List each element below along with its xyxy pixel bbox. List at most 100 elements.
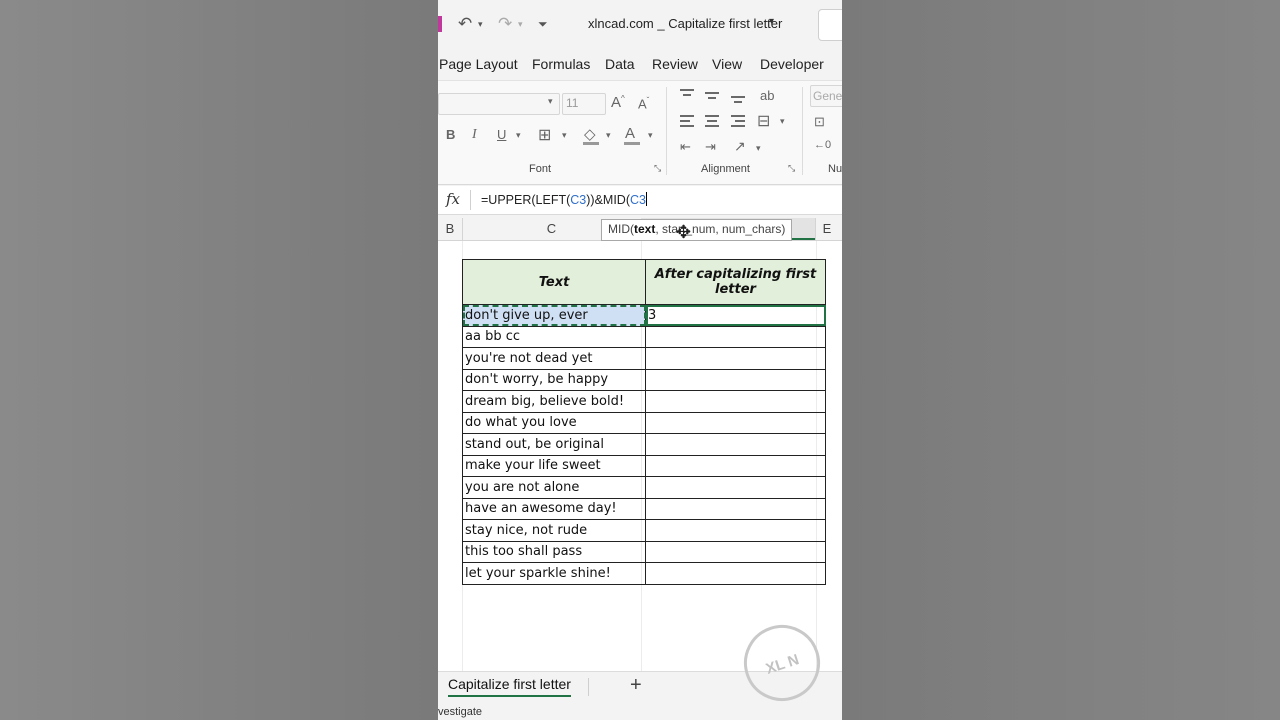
borders-dropdown-icon[interactable]: ▾ <box>562 130 567 141</box>
customize-toolbar-icon[interactable]: ⏷ <box>538 17 548 32</box>
table-row: dream big, believe bold! <box>462 390 826 413</box>
font-name-dropdown-icon[interactable]: ▾ <box>548 96 553 107</box>
tab-data[interactable]: Data <box>605 56 635 72</box>
table-cell[interactable]: aa bb cc <box>462 325 646 348</box>
redo-dropdown-icon[interactable]: ▾ <box>518 19 523 30</box>
app-icon-edge <box>438 16 442 32</box>
table-cell[interactable] <box>645 519 826 542</box>
font-group-label: Font <box>529 163 552 175</box>
cell-c3[interactable]: don't give up, ever <box>462 304 646 327</box>
table-header-row: Text After capitalizing first letter <box>462 259 826 305</box>
text-cursor <box>645 192 647 206</box>
table-cell[interactable] <box>645 562 826 585</box>
move-cursor-icon: ✥ <box>676 222 692 242</box>
search-box[interactable] <box>818 9 842 41</box>
fill-color-icon[interactable]: ◇ <box>584 125 596 143</box>
table-cell[interactable]: do what you love <box>462 411 646 434</box>
table-cell[interactable] <box>645 411 826 434</box>
italic-button[interactable]: I <box>472 127 477 143</box>
increase-decimal-icon[interactable]: ←0 <box>814 139 831 151</box>
table-row: this too shall pass <box>462 540 826 563</box>
header-capitalized[interactable]: After capitalizing first letter <box>645 259 826 305</box>
table-cell[interactable] <box>645 476 826 499</box>
number-group-label: Nu <box>828 163 842 175</box>
increase-indent-icon[interactable]: ⇥ <box>705 139 716 155</box>
table-row: have an awesome day! <box>462 497 826 520</box>
insert-function-icon[interactable]: fx <box>446 190 460 208</box>
table-row: you are not alone <box>462 476 826 499</box>
number-format-box[interactable]: Gener <box>810 85 842 107</box>
decrease-font-icon[interactable]: Aˇ <box>638 96 649 111</box>
table-cell[interactable]: have an awesome day! <box>462 497 646 520</box>
table-cell[interactable] <box>645 368 826 391</box>
fill-color-dropdown-icon[interactable]: ▾ <box>606 130 611 141</box>
table-row: don't give up, ever 3 <box>462 304 826 327</box>
table-cell[interactable] <box>645 454 826 477</box>
column-header-b[interactable]: B <box>438 221 462 236</box>
table-cell[interactable]: make your life sweet <box>462 454 646 477</box>
table-cell[interactable]: you are not alone <box>462 476 646 499</box>
table-cell[interactable] <box>645 540 826 563</box>
underline-dropdown-icon[interactable]: ▾ <box>516 130 521 141</box>
formula-reference: C3 <box>630 193 646 207</box>
borders-icon[interactable]: ⊞ <box>538 125 551 145</box>
table-row: do what you love <box>462 411 826 434</box>
font-color-bar <box>624 142 640 145</box>
table-cell[interactable] <box>645 497 826 520</box>
table-row: you're not dead yet <box>462 347 826 370</box>
formula-input[interactable]: =UPPER(LEFT(C3))&MID(C3 <box>481 192 647 207</box>
tooltip-current-arg[interactable]: text <box>634 222 655 236</box>
status-bar: vestigate <box>438 704 842 720</box>
formula-bar-divider <box>470 190 471 210</box>
currency-format-icon[interactable]: ⊡ <box>814 114 825 130</box>
sheet-tab-active[interactable]: Capitalize first letter <box>448 676 571 697</box>
tab-formulas[interactable]: Formulas <box>532 56 590 72</box>
bold-button[interactable]: B <box>446 127 455 142</box>
table-row: stand out, be original <box>462 433 826 456</box>
column-header-e[interactable]: E <box>816 221 838 236</box>
font-size-box[interactable]: 11 <box>562 93 606 115</box>
table-cell[interactable]: don't worry, be happy <box>462 368 646 391</box>
undo-dropdown-icon[interactable]: ▾ <box>478 19 483 30</box>
tab-view[interactable]: View <box>712 56 742 72</box>
orientation-dropdown-icon[interactable]: ▾ <box>756 143 761 154</box>
underline-button[interactable]: U <box>497 127 506 142</box>
redo-icon[interactable]: ↷ <box>498 14 512 34</box>
cell-d3-active[interactable]: 3 <box>645 304 826 327</box>
table-cell[interactable]: you're not dead yet <box>462 347 646 370</box>
table-cell[interactable]: this too shall pass <box>462 540 646 563</box>
table-row: let your sparkle shine! <box>462 562 826 585</box>
title-dropdown-icon[interactable]: ▾ <box>769 16 774 27</box>
add-sheet-button[interactable]: + <box>630 674 642 697</box>
table-cell[interactable]: let your sparkle shine! <box>462 562 646 585</box>
alignment-dialog-launcher-icon[interactable]: ⤡ <box>788 163 795 174</box>
wrap-text-icon[interactable]: ab <box>760 88 774 103</box>
formula-text-part: ))&MID( <box>586 193 630 207</box>
tab-page-layout[interactable]: Page Layout <box>439 56 518 72</box>
font-name-box[interactable] <box>438 93 560 115</box>
number-format-value: Gener <box>813 89 842 103</box>
font-dialog-launcher-icon[interactable]: ⤡ <box>654 163 661 174</box>
table-cell[interactable] <box>645 325 826 348</box>
file-title[interactable]: xlncad.com _ Capitalize first letter <box>588 16 782 31</box>
header-text[interactable]: Text <box>462 259 646 305</box>
font-color-dropdown-icon[interactable]: ▾ <box>648 130 653 141</box>
orientation-icon[interactable]: ↗ <box>734 138 746 155</box>
decrease-indent-icon[interactable]: ⇤ <box>680 139 691 155</box>
function-tooltip[interactable]: MID(text, start_num, num_chars) <box>601 219 793 241</box>
tab-review[interactable]: Review <box>652 56 698 72</box>
table-cell[interactable]: stay nice, not rude <box>462 519 646 542</box>
merge-dropdown-icon[interactable]: ▾ <box>780 116 785 127</box>
tooltip-function-name: MID( <box>608 222 634 236</box>
undo-icon[interactable]: ↶ <box>458 14 472 34</box>
table-cell[interactable]: dream big, believe bold! <box>462 390 646 413</box>
table-cell[interactable]: stand out, be original <box>462 433 646 456</box>
worksheet-grid[interactable]: Text After capitalizing first letter don… <box>438 241 842 671</box>
tab-developer[interactable]: Developer <box>760 56 824 72</box>
increase-font-icon[interactable]: A^ <box>611 94 625 111</box>
merge-center-icon[interactable]: ⊟ <box>757 111 770 131</box>
font-color-icon[interactable]: A <box>625 125 635 142</box>
table-cell[interactable] <box>645 347 826 370</box>
table-cell[interactable] <box>645 390 826 413</box>
table-cell[interactable] <box>645 433 826 456</box>
